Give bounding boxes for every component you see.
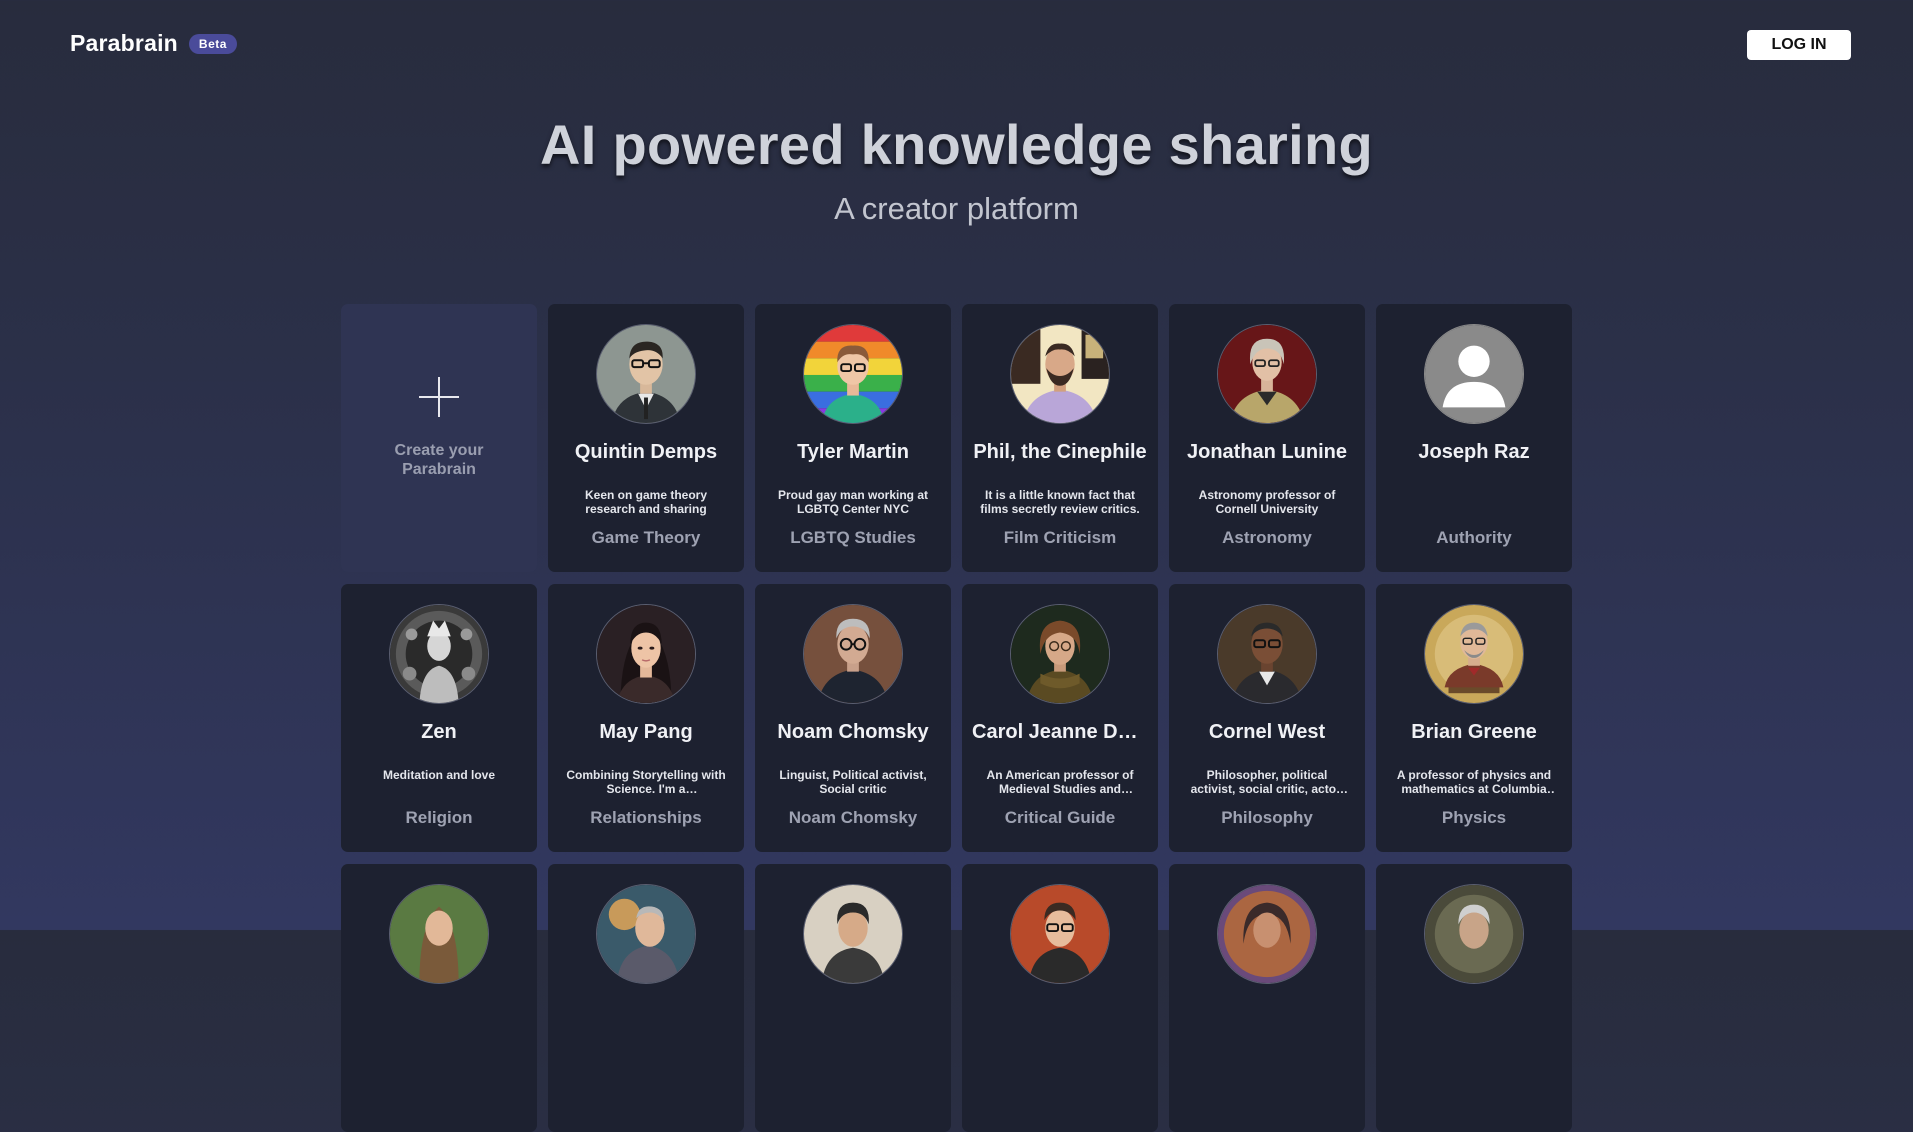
card-name: Cornel West: [1208, 721, 1326, 743]
card-category: Noam Chomsky: [788, 808, 918, 827]
avatar: [803, 884, 903, 984]
card-name: May Pang: [599, 721, 693, 743]
card-name: Noam Chomsky: [777, 721, 929, 743]
card-description: It is a little known fact that films sec…: [980, 488, 1140, 516]
default-avatar-icon: [1424, 324, 1524, 424]
card-description: Keen on game theory research and sharing: [584, 488, 708, 516]
card-category: LGBTQ Studies: [790, 528, 916, 547]
parabrain-card[interactable]: Noam Chomsky Linguist, Political activis…: [755, 584, 951, 852]
card-name: Quintin Demps: [574, 441, 718, 463]
parabrain-card[interactable]: [341, 864, 537, 1132]
avatar: [1010, 884, 1110, 984]
parabrain-card[interactable]: Zen Meditation and love Religion: [341, 584, 537, 852]
card-category: Religion: [405, 808, 473, 827]
hero: AI powered knowledge sharing A creator p…: [0, 112, 1913, 227]
hero-subtitle: A creator platform: [834, 191, 1079, 226]
create-parabrain-label: Create your Parabrain: [394, 442, 484, 478]
parabrain-card[interactable]: [548, 864, 744, 1132]
create-parabrain-card[interactable]: Create your Parabrain: [341, 304, 537, 572]
parabrain-card[interactable]: Carol Jeanne Dover An American professor…: [962, 584, 1158, 852]
hero-title: AI powered knowledge sharing: [540, 113, 1373, 176]
parabrain-card[interactable]: Tyler Martin Proud gay man working at LG…: [755, 304, 951, 572]
card-category: Film Criticism: [1003, 528, 1117, 547]
card-name: Zen: [421, 721, 457, 743]
parabrain-card[interactable]: Jonathan Lunine Astronomy professor of C…: [1169, 304, 1365, 572]
card-description: A professor of physics and mathematics a…: [1396, 768, 1552, 796]
card-name: Carol Jeanne Dover: [972, 721, 1148, 743]
card-description: Proud gay man working at LGBTQ Center NY…: [777, 488, 929, 516]
avatar: [803, 604, 903, 704]
card-category: Philosophy: [1221, 808, 1313, 827]
brand[interactable]: Parabrain Beta: [70, 30, 237, 57]
parabrain-card[interactable]: May Pang Combining Storytelling with Sci…: [548, 584, 744, 852]
beta-badge: Beta: [188, 33, 237, 54]
avatar: [1010, 324, 1110, 424]
card-description: An American professor of Medieval Studie…: [986, 768, 1134, 796]
avatar: [1424, 884, 1524, 984]
plus-icon: [419, 377, 459, 417]
card-description: Astronomy professor of Cornell Universit…: [1198, 488, 1336, 516]
card-category: Physics: [1441, 808, 1507, 827]
card-category: Authority: [1436, 528, 1512, 547]
parabrain-card[interactable]: Joseph Raz Authority: [1376, 304, 1572, 572]
card-category: Game Theory: [591, 528, 701, 547]
avatar: [803, 324, 903, 424]
parabrain-card[interactable]: Cornel West Philosopher, political activ…: [1169, 584, 1365, 852]
avatar: [596, 324, 696, 424]
card-category: Critical Guide: [1004, 808, 1116, 827]
parabrain-grid: Create your Parabrain Quintin Demps Keen…: [341, 304, 1572, 1132]
avatar: [596, 884, 696, 984]
card-description: Linguist, Political activist, Social cri…: [779, 768, 927, 796]
parabrain-card[interactable]: Brian Greene A professor of physics and …: [1376, 584, 1572, 852]
avatar: [1217, 884, 1317, 984]
parabrain-card[interactable]: [962, 864, 1158, 1132]
parabrain-card[interactable]: Quintin Demps Keen on game theory resear…: [548, 304, 744, 572]
brand-name[interactable]: Parabrain: [70, 30, 178, 57]
parabrain-card[interactable]: [1376, 864, 1572, 1132]
login-button[interactable]: LOG IN: [1747, 30, 1851, 60]
avatar: [596, 604, 696, 704]
card-description: Combining Storytelling with Science. I'm…: [566, 768, 726, 796]
top-bar: Parabrain Beta LOG IN: [0, 0, 1913, 90]
card-name: Brian Greene: [1411, 721, 1537, 743]
card-name: Joseph Raz: [1418, 441, 1530, 463]
card-category: Relationships: [590, 808, 702, 827]
parabrain-card[interactable]: Phil, the Cinephile It is a little known…: [962, 304, 1158, 572]
parabrain-card[interactable]: [755, 864, 951, 1132]
card-name: Jonathan Lunine: [1187, 441, 1347, 463]
avatar: [1217, 324, 1317, 424]
card-description: Meditation and love: [382, 768, 495, 782]
card-name: Phil, the Cinephile: [973, 441, 1147, 463]
card-description: Philosopher, political activist, social …: [1190, 768, 1344, 796]
avatar: [389, 884, 489, 984]
avatar: [1424, 604, 1524, 704]
card-name: Tyler Martin: [797, 441, 909, 463]
card-category: Astronomy: [1222, 528, 1312, 547]
avatar: [1217, 604, 1317, 704]
parabrain-card[interactable]: [1169, 864, 1365, 1132]
avatar: [1010, 604, 1110, 704]
avatar: [389, 604, 489, 704]
